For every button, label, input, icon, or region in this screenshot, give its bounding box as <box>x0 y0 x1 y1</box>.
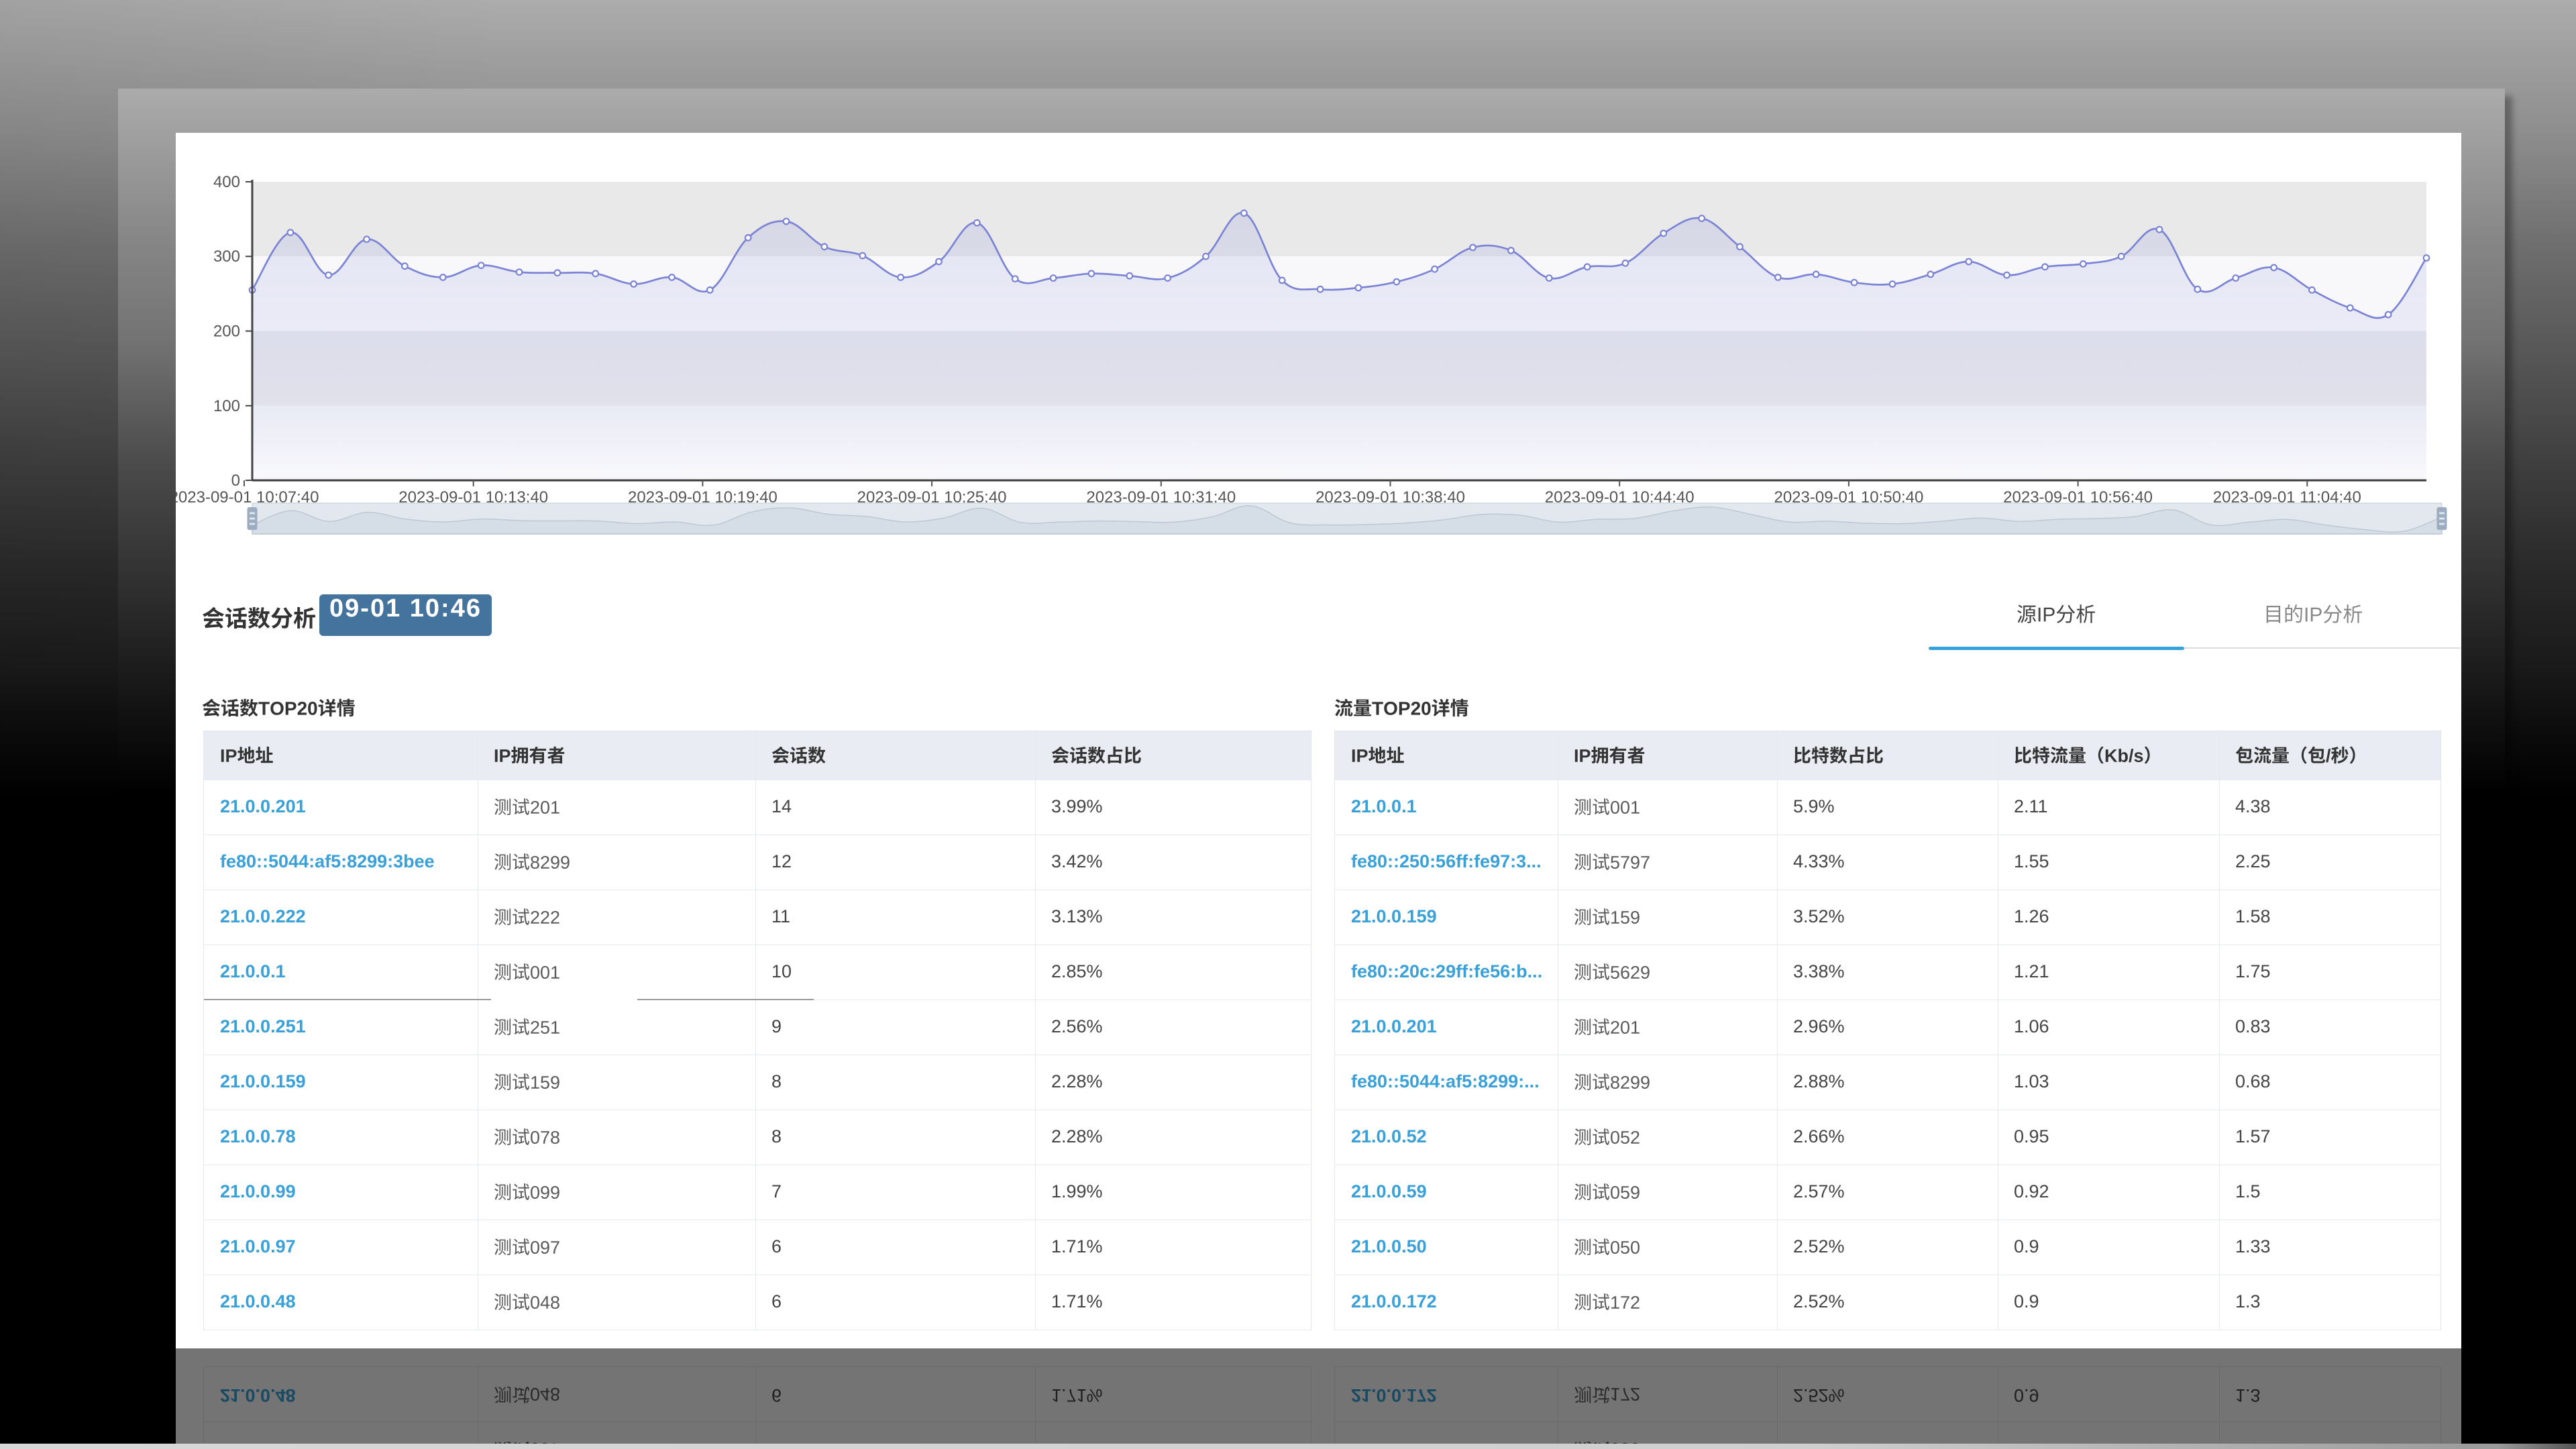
svg-text:300: 300 <box>213 248 240 266</box>
svg-text:200: 200 <box>213 323 240 341</box>
svg-text:400: 400 <box>213 173 240 191</box>
svg-text:100: 100 <box>213 397 240 415</box>
svg-text:0: 0 <box>231 472 240 490</box>
